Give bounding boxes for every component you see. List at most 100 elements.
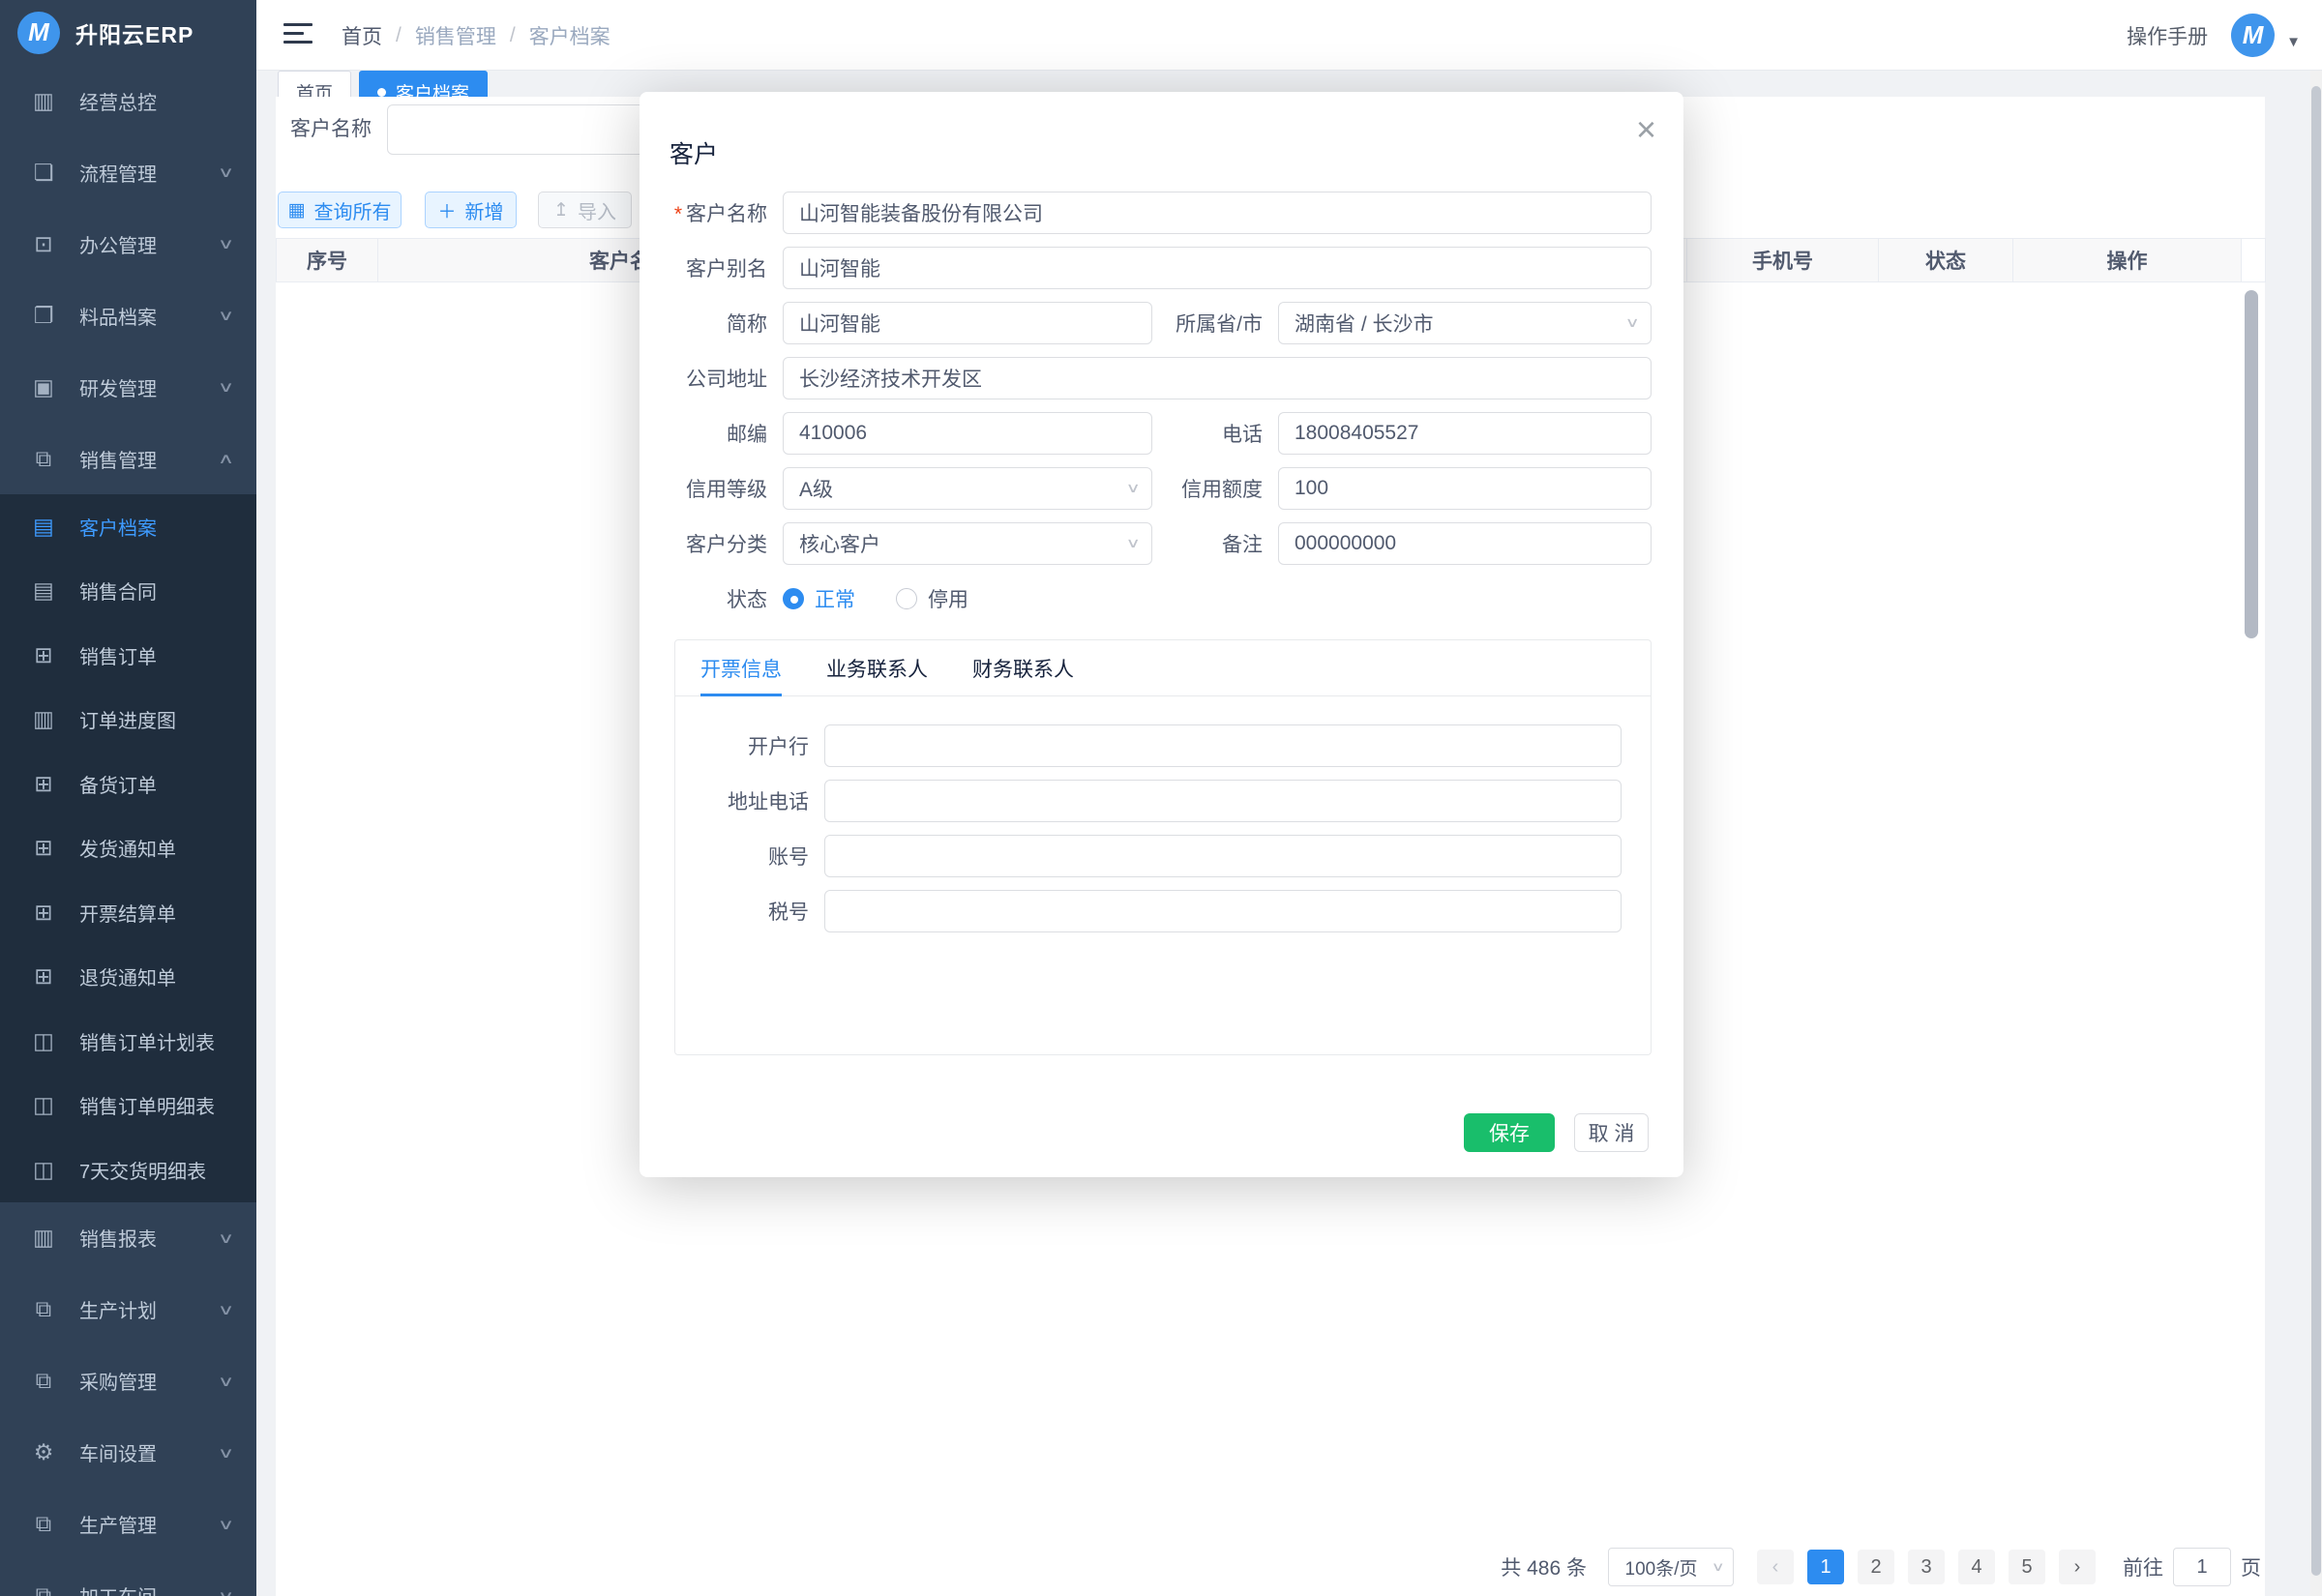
sidebar-item-label: 加工车间 bbox=[79, 1581, 157, 1596]
sidebar-item[interactable]: ❏流程管理∨ bbox=[0, 136, 256, 208]
chevron-down-icon: ∨ bbox=[218, 1373, 235, 1390]
sidebar-submenu: ▤客户档案▤销售合同⊞销售订单▥订单进度图⊞备货订单⊞发货通知单⊞开票结算单⊞退… bbox=[0, 494, 256, 1202]
sidebar-item[interactable]: ▥订单进度图 bbox=[0, 688, 256, 753]
app-title: 升阳云ERP bbox=[75, 16, 194, 49]
page-button-1[interactable]: 1 bbox=[1807, 1550, 1844, 1584]
customer-category-select[interactable]: 核心客户 ∨ bbox=[783, 522, 1152, 565]
field-label-province: 所属省/市 bbox=[1152, 309, 1263, 338]
chevron-down-icon: ∨ bbox=[218, 235, 235, 252]
modal-tab[interactable]: 开票信息 bbox=[700, 640, 782, 695]
pages-icon: ⧉ bbox=[29, 1368, 58, 1394]
sidebar-item-label: 采购管理 bbox=[79, 1367, 157, 1395]
sidebar: M 升阳云ERP ▥经营总控❏流程管理∨⊡办公管理∨❐料品档案∨▣研发管理∨ ⧉… bbox=[0, 0, 256, 1596]
company-address-input[interactable] bbox=[783, 357, 1652, 399]
sidebar-item[interactable]: ⊡办公管理∨ bbox=[0, 208, 256, 280]
sidebar-item[interactable]: ⧉加工车间∨ bbox=[0, 1560, 256, 1596]
goto-page-input[interactable] bbox=[2173, 1548, 2231, 1586]
add-button[interactable]: ＋新增 bbox=[425, 192, 517, 228]
query-all-button[interactable]: ▦查询所有 bbox=[278, 192, 402, 228]
page-button-5[interactable]: 5 bbox=[2009, 1550, 2045, 1584]
import-button[interactable]: ↥导入 bbox=[538, 192, 632, 228]
page-button-3[interactable]: 3 bbox=[1908, 1550, 1945, 1584]
page-size-select[interactable]: 100条/页 ∨ bbox=[1608, 1548, 1734, 1586]
breadcrumb-sales[interactable]: 销售管理 bbox=[415, 21, 496, 50]
invoice-field-row: 税号 bbox=[675, 883, 1651, 938]
sidebar-item[interactable]: ⧉ 生产计划 ∨ bbox=[0, 1274, 256, 1345]
breadcrumb-home[interactable]: 首页 bbox=[342, 21, 382, 50]
invoice-field-input[interactable] bbox=[824, 724, 1622, 767]
user-avatar[interactable]: M bbox=[2231, 14, 2275, 57]
sidebar-menu-bottom: ▥销售报表∨⧉生产计划∨⧉采购管理∨⚙车间设置∨⧉生产管理∨⧉加工车间∨ bbox=[0, 1202, 256, 1596]
field-label-category: 客户分类 bbox=[640, 529, 767, 558]
table-icon: ⊞ bbox=[29, 835, 58, 861]
invoice-field-input[interactable] bbox=[824, 890, 1622, 932]
sidebar-item[interactable]: ⊞备货订单 bbox=[0, 752, 256, 816]
table-icon: ⊞ bbox=[29, 900, 58, 926]
next-page-button[interactable]: › bbox=[2059, 1550, 2096, 1584]
status-normal-radio[interactable]: 正常 bbox=[783, 584, 855, 613]
field-label-name: *客户名称 bbox=[640, 198, 767, 227]
status-disabled-radio[interactable]: 停用 bbox=[896, 584, 968, 613]
remark-input[interactable] bbox=[1278, 522, 1652, 565]
cancel-button[interactable]: 取 消 bbox=[1574, 1113, 1649, 1152]
invoice-field-input[interactable] bbox=[824, 780, 1622, 822]
customer-alias-input[interactable] bbox=[783, 247, 1652, 289]
sidebar-item[interactable]: ⊞开票结算单 bbox=[0, 880, 256, 945]
short-name-input[interactable] bbox=[783, 302, 1152, 344]
sidebar-item[interactable]: ▤销售合同 bbox=[0, 559, 256, 624]
field-label-alias: 客户别名 bbox=[640, 253, 767, 282]
sidebar-item-label: 生产计划 bbox=[79, 1295, 157, 1323]
province-select[interactable]: 湖南省 / 长沙市 ∨ bbox=[1278, 302, 1652, 344]
sidebar-item[interactable]: ▥销售报表∨ bbox=[0, 1202, 256, 1274]
prev-page-button[interactable]: ‹ bbox=[1757, 1550, 1794, 1584]
sidebar-item[interactable]: ⚙车间设置∨ bbox=[0, 1417, 256, 1489]
phone-input[interactable] bbox=[1278, 412, 1652, 455]
sidebar-collapse-icon[interactable] bbox=[283, 23, 313, 48]
invoice-field-input[interactable] bbox=[824, 835, 1622, 877]
sidebar-item[interactable]: ❐料品档案∨ bbox=[0, 280, 256, 351]
column-header: 手机号 bbox=[1687, 239, 1879, 282]
chevron-down-icon: ∨ bbox=[218, 378, 235, 396]
office-icon: ⊡ bbox=[29, 231, 58, 257]
sidebar-item[interactable]: ⧉销售管理∧ bbox=[0, 423, 256, 494]
window-scrollbar-thumb[interactable] bbox=[2311, 86, 2321, 1576]
sidebar-item[interactable]: ◫销售订单明细表 bbox=[0, 1074, 256, 1138]
sidebar-item[interactable]: ⊞发货通知单 bbox=[0, 816, 256, 881]
plus-icon: ＋ bbox=[437, 197, 456, 223]
close-icon[interactable]: × bbox=[1636, 109, 1656, 150]
sidebar-item[interactable]: ⧉生产管理∨ bbox=[0, 1489, 256, 1560]
modal-tab[interactable]: 财务联系人 bbox=[972, 640, 1074, 695]
table-scrollbar-thumb[interactable] bbox=[2245, 290, 2258, 638]
credit-level-select[interactable]: A级 ∨ bbox=[783, 467, 1152, 510]
sidebar-item[interactable]: ⊞退货通知单 bbox=[0, 945, 256, 1010]
bar-chart-icon: ▥ bbox=[29, 1225, 58, 1251]
save-button[interactable]: 保存 bbox=[1464, 1113, 1555, 1152]
sidebar-item[interactable]: ◫销售订单计划表 bbox=[0, 1009, 256, 1074]
sidebar-item[interactable]: ▥经营总控 bbox=[0, 65, 256, 136]
credit-limit-input[interactable] bbox=[1278, 467, 1652, 510]
modal-tab[interactable]: 业务联系人 bbox=[826, 640, 928, 695]
chevron-down-icon: ∨ bbox=[1624, 314, 1639, 331]
user-menu-caret-icon[interactable]: ▼ bbox=[2286, 34, 2301, 50]
field-label-address: 公司地址 bbox=[640, 364, 767, 393]
page-button-2[interactable]: 2 bbox=[1858, 1550, 1894, 1584]
sidebar-item[interactable]: ▤客户档案 bbox=[0, 494, 256, 559]
sidebar-item[interactable]: ⧉ 采购管理 ∨ bbox=[0, 1345, 256, 1417]
table-toolbar: ▦查询所有 ＋新增 ↥导入 bbox=[278, 192, 632, 228]
invoice-fields: 开户行地址电话账号税号 bbox=[675, 696, 1651, 938]
chevron-up-icon: ∧ bbox=[218, 450, 235, 467]
zip-input[interactable] bbox=[783, 412, 1152, 455]
window-scrollbar[interactable] bbox=[2310, 71, 2322, 1596]
customer-name-input[interactable] bbox=[783, 192, 1652, 234]
pages-icon: ⧉ bbox=[29, 1296, 58, 1322]
chevron-down-icon: ∨ bbox=[218, 1301, 235, 1318]
goto-suffix-label: 页 bbox=[2241, 1552, 2261, 1581]
sidebar-item[interactable]: ▣研发管理∨ bbox=[0, 351, 256, 423]
sidebar-item[interactable]: ◫7天交货明细表 bbox=[0, 1138, 256, 1202]
customer-form: *客户名称 客户别名 简称 所属省/市 湖南省 / 长沙市 ∨ 公司 bbox=[640, 185, 1652, 626]
chevron-down-icon: ∨ bbox=[218, 1587, 235, 1596]
page-button-4[interactable]: 4 bbox=[1958, 1550, 1995, 1584]
column-header: 状态 bbox=[1879, 239, 2013, 282]
manual-link[interactable]: 操作手册 bbox=[2127, 21, 2208, 50]
sidebar-item[interactable]: ⊞销售订单 bbox=[0, 623, 256, 688]
